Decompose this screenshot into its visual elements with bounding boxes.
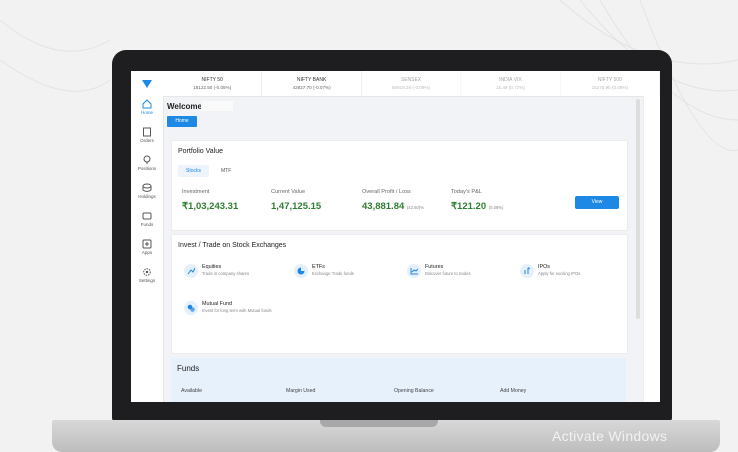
sidebar-item-home[interactable]: Home — [131, 99, 163, 124]
ticker-item[interactable]: NIFTY BANK 42827.70 (-0.07%) — [262, 71, 362, 96]
view-button[interactable]: View — [575, 196, 619, 209]
ticker-item[interactable]: SENSEX 60918.28 (-0.09%) — [362, 71, 462, 96]
equities-icon — [184, 264, 198, 278]
home-button[interactable]: Home — [167, 116, 197, 127]
sidebar-item-orders[interactable]: Orders — [131, 127, 163, 152]
invest-card: Invest / Trade on Stock Exchanges Equiti… — [171, 234, 628, 354]
laptop-notch — [320, 420, 438, 427]
apps-icon — [142, 239, 152, 249]
profit-stat: Overall Profit / Loss 43,881.84 (42.50)% — [362, 189, 424, 212]
tab-stocks[interactable]: Stocks — [178, 165, 210, 177]
sidebar-item-funds[interactable]: Funds — [131, 211, 163, 236]
sidebar-item-settings[interactable]: Settings — [131, 267, 163, 292]
invest-item-etfs[interactable]: ETFs Exchange Trade funds — [294, 264, 354, 278]
scrollbar[interactable] — [636, 99, 640, 319]
profit-value: 43,881.84 (42.50)% — [362, 201, 424, 212]
investment-value: ₹1,03,243.31 — [182, 201, 239, 212]
welcome-heading: Welcome, — [167, 102, 205, 111]
user-name-redacted — [201, 101, 233, 111]
tab-mtf[interactable]: MTF — [213, 165, 239, 177]
portfolio-tabs: Stocks MTF — [178, 165, 239, 177]
sidebar-item-apps[interactable]: Apps — [131, 239, 163, 264]
invest-item-equities[interactable]: Equities Trade in company shares — [184, 264, 249, 278]
portfolio-card: Portfolio Value Stocks MTF Investment ₹1… — [171, 140, 628, 231]
app-logo[interactable] — [131, 71, 163, 96]
add-money-link[interactable]: Add Money — [500, 388, 526, 394]
sidebar-nav: Home Orders Positions Holdings Funds App… — [131, 96, 164, 402]
ticker-item[interactable]: NIFTY 50 18122.50 (-0.05%) — [163, 71, 263, 96]
main-content: Welcome, Home Portfolio Value Stocks MTF… — [167, 99, 630, 402]
investment-stat: Investment ₹1,03,243.31 — [182, 189, 239, 212]
holdings-icon — [142, 183, 152, 192]
invest-item-futures[interactable]: Futures Discover future to trades — [407, 264, 471, 278]
mutual-fund-icon — [184, 301, 198, 315]
invest-title: Invest / Trade on Stock Exchanges — [178, 242, 287, 249]
today-pnl-value: ₹121.20 (0.08%) — [451, 201, 504, 212]
home-icon — [142, 99, 152, 109]
orders-icon — [143, 127, 151, 137]
funds-title: Funds — [177, 364, 200, 373]
current-value: 1,47,125.15 — [271, 201, 322, 212]
futures-chart-icon — [407, 264, 421, 278]
today-pnl-stat: Today's P&L ₹121.20 (0.08%) — [451, 189, 504, 212]
activate-windows-watermark: Activate Windows — [552, 428, 668, 444]
funds-available-label: Available — [181, 388, 202, 394]
sidebar-item-positions[interactable]: Positions — [131, 155, 163, 180]
etf-pie-icon — [294, 264, 308, 278]
right-watchlist-panel[interactable] — [643, 96, 660, 402]
funds-opening-balance-label: Opening Balance — [394, 388, 434, 394]
positions-icon — [143, 155, 151, 164]
settings-icon — [143, 268, 151, 276]
ipo-icon — [520, 264, 534, 278]
current-value-stat: Current Value 1,47,125.15 — [271, 189, 322, 212]
portfolio-title: Portfolio Value — [178, 148, 224, 155]
sidebar-item-holdings[interactable]: Holdings — [131, 183, 163, 208]
ticker-item[interactable]: NIFTY 500 15270.95 (0.09%) — [561, 71, 660, 96]
invest-item-mutual-fund[interactable]: Mutual Fund Invest for long term with Mut… — [184, 301, 272, 315]
ticker-item[interactable]: INDIA VIX 15.49 (0.72%) — [461, 71, 561, 96]
invest-item-ipos[interactable]: IPOs Apply for exciting IPOs — [520, 264, 580, 278]
funds-icon — [142, 212, 152, 220]
app-screen: NIFTY 50 18122.50 (-0.05%) NIFTY BANK 4282… — [131, 71, 660, 402]
market-ticker: NIFTY 50 18122.50 (-0.05%) NIFTY BANK 4282… — [131, 71, 660, 97]
funds-margin-used-label: Margin Used — [286, 388, 316, 394]
funds-card: Funds Available Margin Used Opening Bala… — [171, 358, 626, 402]
